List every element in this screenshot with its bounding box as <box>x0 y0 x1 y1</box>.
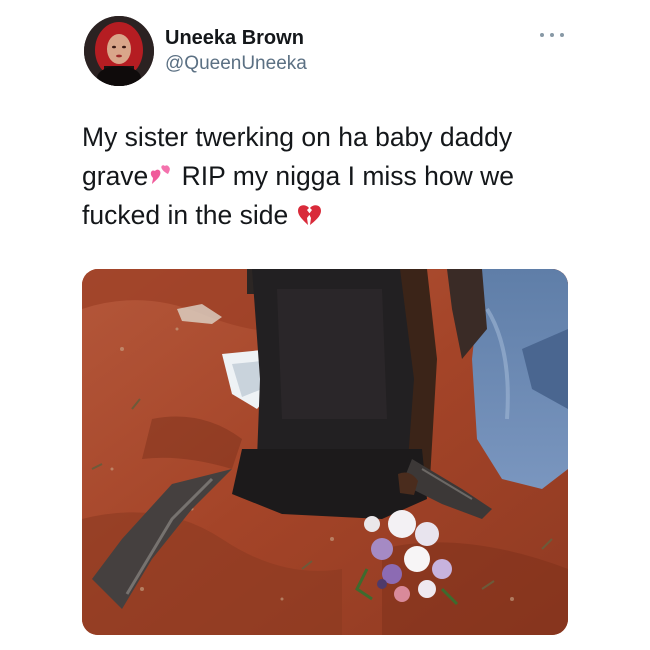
tweet-text: My sister twerking on ha baby daddy grav… <box>82 118 572 235</box>
tweet-text-segment: RIP my nigga I miss how we <box>174 161 515 191</box>
two-hearts-emoji <box>151 165 171 184</box>
more-dot <box>550 33 554 37</box>
avatar-image <box>84 16 154 86</box>
user-info: Uneeka Brown @QueenUneeka <box>165 26 307 76</box>
tweet-text-segment: fucked in the side <box>82 200 296 230</box>
tweet-text-segment: My sister twerking on ha baby daddy <box>82 122 513 152</box>
more-icon[interactable] <box>540 28 564 42</box>
tweet-text-line: grave RIP my nigga I miss how we <box>82 157 572 196</box>
tweet-photo[interactable] <box>82 269 568 635</box>
photo-media <box>82 269 568 635</box>
tweet-text-line: My sister twerking on ha baby daddy <box>82 118 572 157</box>
broken-heart-emoji <box>297 205 321 225</box>
display-name[interactable]: Uneeka Brown <box>165 26 307 50</box>
tweet-text-line: fucked in the side <box>82 196 572 235</box>
more-dot <box>560 33 564 37</box>
more-dot <box>540 33 544 37</box>
tweet-text-segment: grave <box>82 161 149 191</box>
user-handle[interactable]: @QueenUneeka <box>165 52 307 76</box>
tweet-card: Uneeka Brown @QueenUneeka My sister twer… <box>0 0 650 650</box>
avatar[interactable] <box>84 16 154 86</box>
